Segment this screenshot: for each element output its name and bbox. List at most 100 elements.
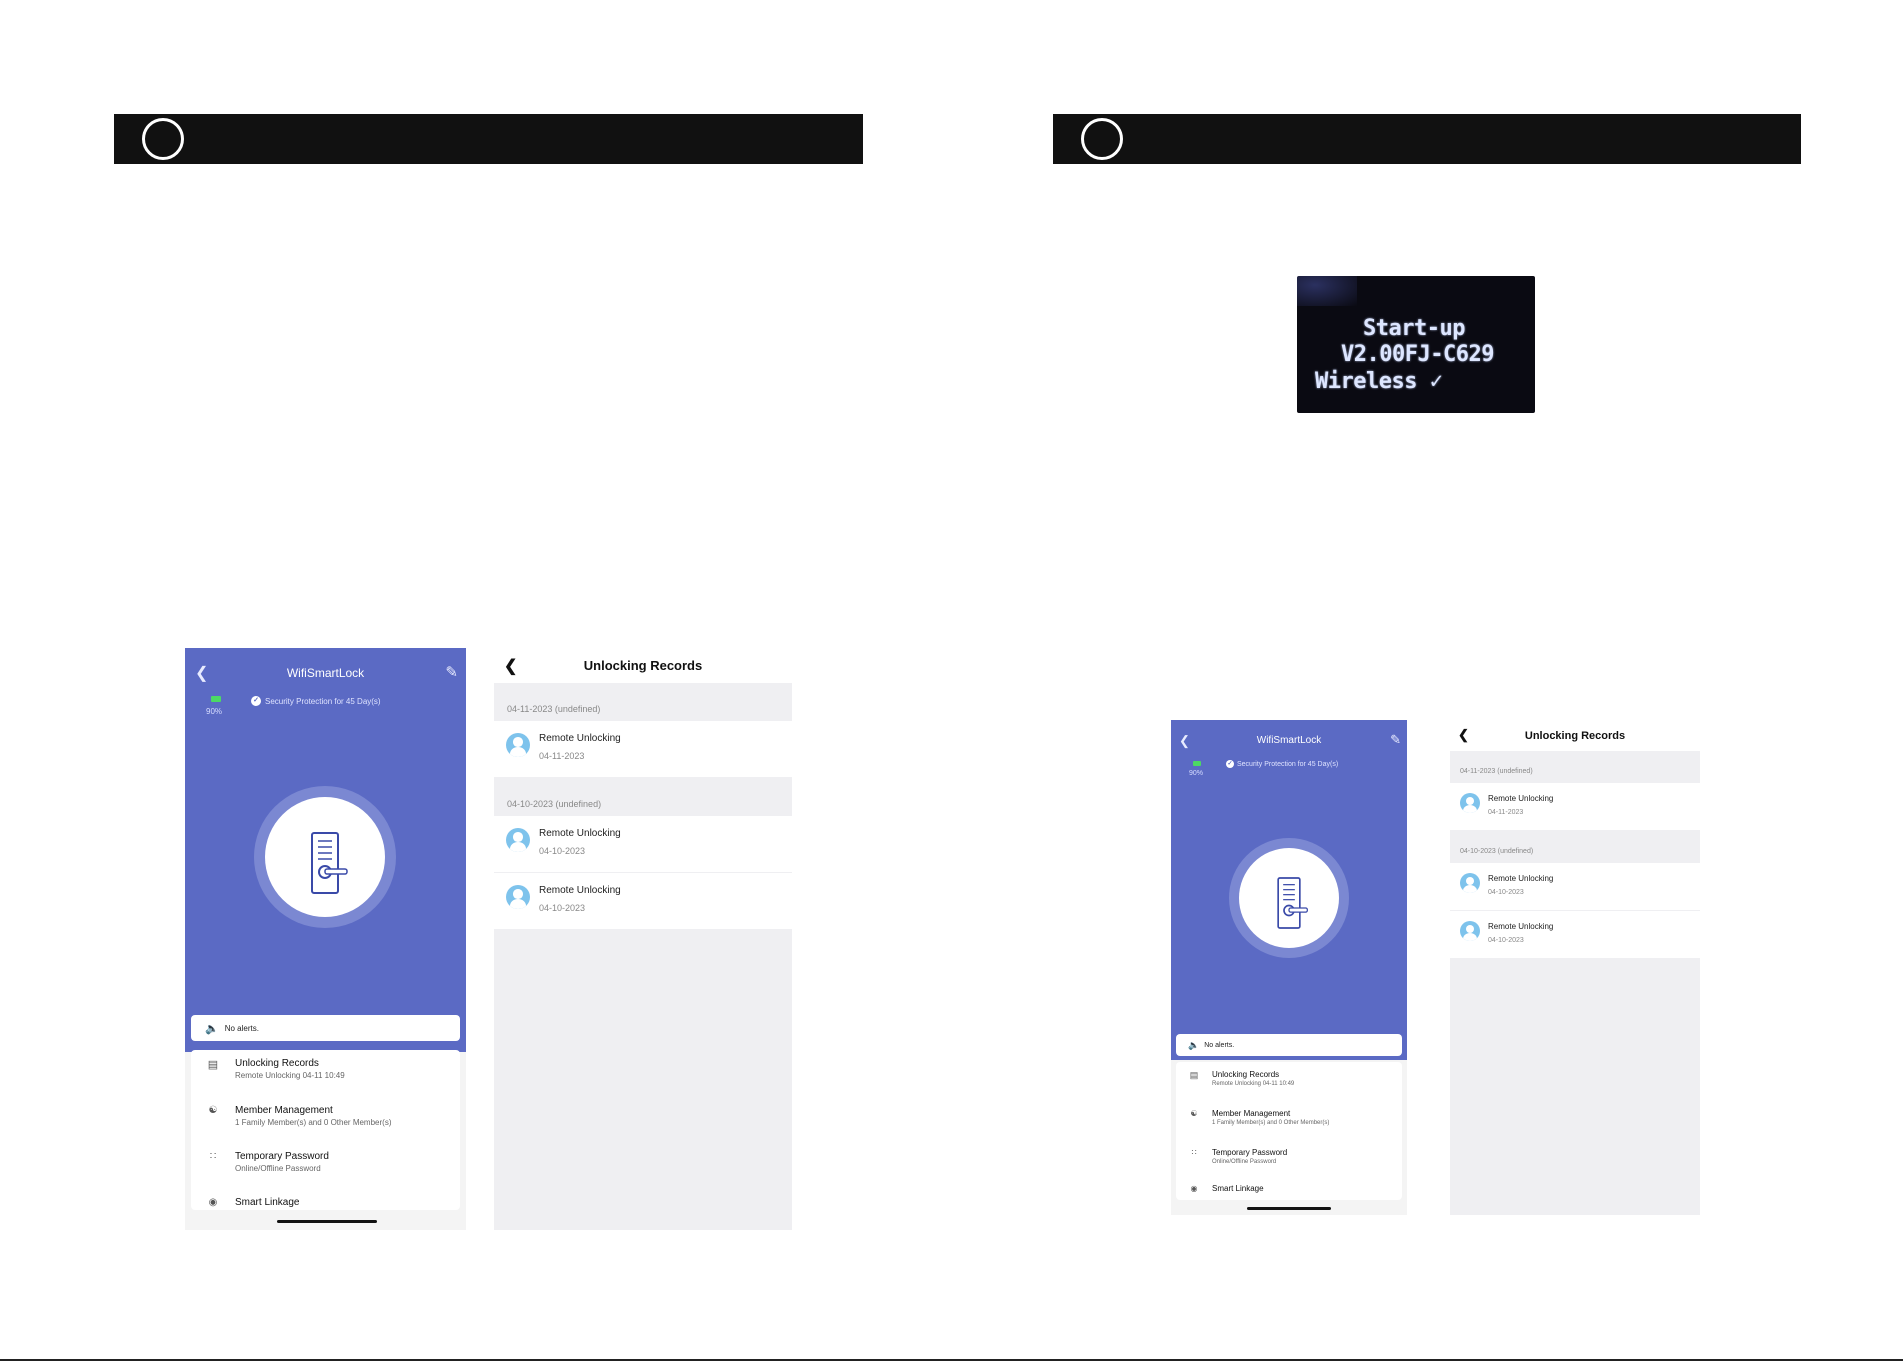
- menu-item-title: Temporary Password: [1212, 1148, 1288, 1157]
- display-line-wireless: Wireless ✓: [1315, 369, 1443, 394]
- menu-item-smart-linkage[interactable]: ◉ Smart Linkage: [1176, 1184, 1402, 1193]
- app-title: WifiSmartLock: [1256, 735, 1322, 746]
- lock-display-photo: Start-up V2.00FJ-C629 Wireless ✓: [1297, 276, 1535, 413]
- user-avatar-icon: [1460, 873, 1480, 893]
- record-item[interactable]: Remote Unlocking 04-11-2023: [494, 721, 792, 777]
- record-time: 04-10-2023: [539, 846, 586, 856]
- pencil-icon[interactable]: ✎: [1390, 732, 1401, 748]
- menu-item-member-management[interactable]: ☯ Member Management 1 Family Member(s) a…: [1176, 1109, 1402, 1126]
- unlock-button[interactable]: [1239, 848, 1339, 948]
- records-header: ❮ Unlocking Records: [494, 648, 792, 683]
- menu-item-subtitle: Online/Offline Password: [235, 1164, 321, 1173]
- menu-item-unlocking-records[interactable]: ▤ Unlocking Records Remote Unlocking 04-…: [191, 1058, 460, 1080]
- left-page: [0, 0, 951, 1362]
- menu-item-temporary-password[interactable]: ∷ Temporary Password Online/Offline Pass…: [191, 1151, 460, 1173]
- door-lock-icon: [1277, 877, 1308, 929]
- records-title: Unlocking Records: [583, 658, 703, 673]
- record-time: 04-10-2023: [1488, 889, 1524, 896]
- shield-check-icon: ✓: [1226, 760, 1234, 768]
- menu-item-smart-linkage[interactable]: ◉ Smart Linkage: [191, 1197, 460, 1208]
- record-name: Remote Unlocking: [1488, 794, 1554, 803]
- record-date-header: 04-11-2023 (undefined): [507, 704, 601, 714]
- keypad-icon: ∷: [209, 1151, 217, 1162]
- app-main-screen: ❮ WifiSmartLock ✎ 90% ✓ Security Protect…: [185, 648, 466, 1230]
- user-avatar-icon: [506, 828, 530, 852]
- record-time: 04-10-2023: [539, 903, 586, 913]
- menu-card: ▤ Unlocking Records Remote Unlocking 04-…: [1176, 1062, 1402, 1200]
- speaker-icon: 🔈: [205, 1022, 219, 1035]
- alerts-text: No alerts.: [1204, 1041, 1235, 1049]
- record-item[interactable]: Remote Unlocking 04-10-2023: [1450, 863, 1700, 910]
- alerts-bar: 🔈 No alerts.: [191, 1015, 460, 1041]
- menu-item-title: Smart Linkage: [235, 1197, 300, 1208]
- right-page: [952, 0, 1903, 1362]
- menu-item-subtitle: Remote Unlocking 04-11 10:49: [1212, 1081, 1295, 1087]
- record-date-header: 04-10-2023 (undefined): [507, 799, 602, 809]
- records-title: Unlocking Records: [1524, 730, 1626, 742]
- record-name: Remote Unlocking: [1488, 874, 1554, 883]
- home-indicator: [277, 1220, 377, 1223]
- menu-item-subtitle: 1 Family Member(s) and 0 Other Member(s): [1212, 1120, 1330, 1126]
- section-header-bar: [1053, 114, 1801, 164]
- menu-card: ▤ Unlocking Records Remote Unlocking 04-…: [191, 1050, 460, 1210]
- battery-icon: [211, 696, 221, 702]
- section-header-bar: [114, 114, 863, 164]
- records-header: ❮ Unlocking Records: [1450, 720, 1700, 751]
- menu-item-title: Unlocking Records: [1212, 1070, 1280, 1079]
- battery-percent: 90%: [1189, 770, 1204, 777]
- door-lock-icon: [311, 832, 348, 894]
- menu-item-unlocking-records[interactable]: ▤ Unlocking Records Remote Unlocking 04-…: [1176, 1070, 1402, 1087]
- record-item[interactable]: Remote Unlocking 04-10-2023: [494, 816, 792, 872]
- menu-item-title: Member Management: [235, 1105, 333, 1116]
- unlock-button[interactable]: [265, 797, 385, 917]
- battery-percent: 90%: [206, 707, 223, 716]
- alerts-bar: 🔈 No alerts.: [1176, 1034, 1402, 1056]
- record-time: 04-11-2023: [539, 751, 585, 761]
- step-number-circle: [142, 118, 184, 160]
- menu-item-title: Unlocking Records: [235, 1058, 319, 1069]
- menu-item-member-management[interactable]: ☯ Member Management 1 Family Member(s) a…: [191, 1105, 460, 1127]
- menu-item-title: Member Management: [1212, 1109, 1291, 1118]
- pencil-icon[interactable]: ✎: [445, 663, 458, 681]
- record-name: Remote Unlocking: [539, 828, 621, 839]
- record-name: Remote Unlocking: [539, 885, 621, 896]
- record-item[interactable]: Remote Unlocking 04-11-2023: [1450, 783, 1700, 830]
- user-avatar-icon: [506, 733, 530, 757]
- display-line-startup: Start-up: [1363, 316, 1465, 341]
- unlocking-records-screen: ❮ Unlocking Records 04-11-2023 (undefine…: [494, 648, 792, 1230]
- step-number-circle: [1081, 118, 1123, 160]
- app-main-screen: ❮ WifiSmartLock ✎ 90% ✓ Security Protect…: [1171, 720, 1407, 1215]
- record-time: 04-11-2023: [1488, 809, 1524, 816]
- record-date-header: 04-10-2023 (undefined): [1460, 848, 1534, 855]
- home-indicator: [1247, 1207, 1331, 1210]
- menu-item-title: Smart Linkage: [1212, 1184, 1264, 1193]
- battery-icon: [1193, 761, 1201, 766]
- toggle-icon: ◉: [1190, 1184, 1198, 1193]
- record-time: 04-10-2023: [1488, 937, 1524, 944]
- menu-item-subtitle: Online/Offline Password: [1212, 1159, 1277, 1165]
- document-icon: ▤: [1189, 1070, 1199, 1080]
- document-icon: ▤: [207, 1059, 219, 1071]
- user-avatar-icon: [506, 885, 530, 909]
- speaker-icon: 🔈: [1188, 1039, 1200, 1050]
- user-avatar-icon: [1460, 793, 1480, 813]
- users-icon: ☯: [1190, 1109, 1198, 1118]
- alerts-text: No alerts.: [224, 1023, 259, 1033]
- record-name: Remote Unlocking: [539, 733, 621, 744]
- user-avatar-icon: [1460, 921, 1480, 941]
- record-item[interactable]: Remote Unlocking 04-10-2023: [1450, 911, 1700, 958]
- record-date-header: 04-11-2023 (undefined): [1460, 768, 1533, 775]
- users-icon: ☯: [208, 1105, 218, 1116]
- menu-item-temporary-password[interactable]: ∷ Temporary Password Online/Offline Pass…: [1176, 1148, 1402, 1165]
- toggle-icon: ◉: [208, 1197, 218, 1208]
- record-item[interactable]: Remote Unlocking 04-10-2023: [494, 873, 792, 929]
- menu-item-subtitle: Remote Unlocking 04-11 10:49: [235, 1071, 345, 1080]
- record-name: Remote Unlocking: [1488, 922, 1554, 931]
- menu-item-title: Temporary Password: [235, 1151, 329, 1162]
- display-line-version: V2.00FJ-C629: [1341, 342, 1494, 367]
- menu-item-subtitle: 1 Family Member(s) and 0 Other Member(s): [235, 1118, 392, 1127]
- security-status: ✓ Security Protection for 45 Day(s): [1226, 760, 1338, 768]
- page-bottom-rule: [0, 1359, 1903, 1361]
- keypad-icon: ∷: [1191, 1148, 1197, 1157]
- security-text: Security Protection for 45 Day(s): [1237, 760, 1339, 768]
